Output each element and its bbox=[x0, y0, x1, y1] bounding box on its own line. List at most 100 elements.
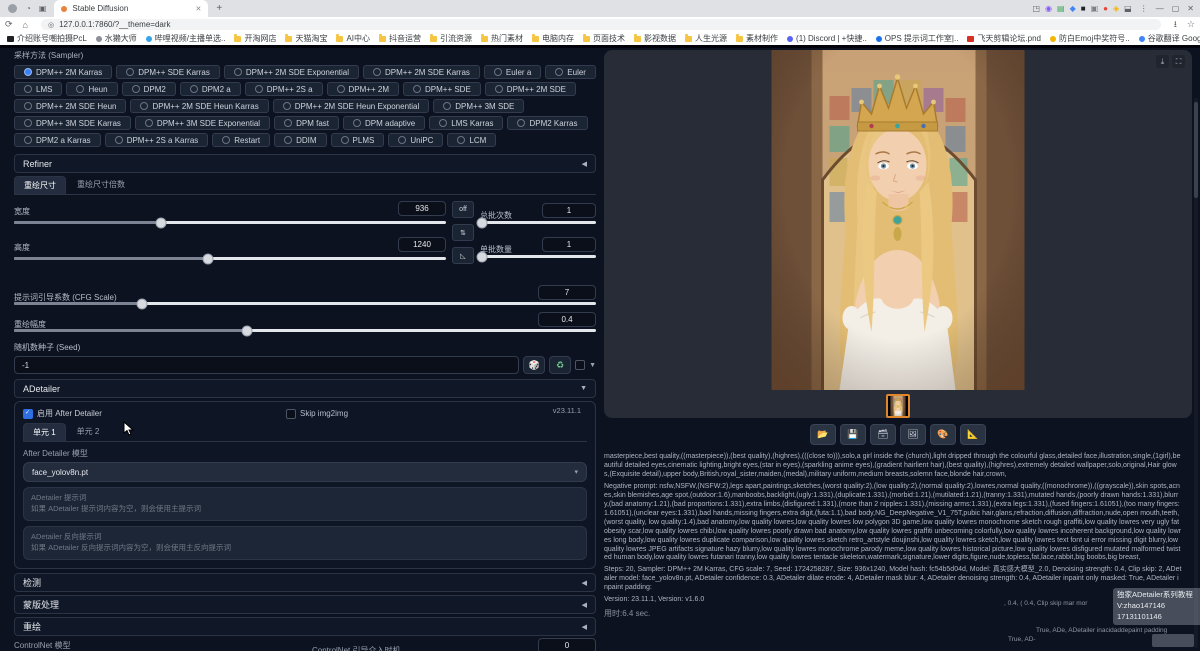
sampler-option[interactable]: DPM++ SDE bbox=[403, 82, 481, 96]
sampler-option[interactable]: DPM++ 2M SDE Exponential bbox=[224, 65, 359, 79]
adetailer-unit-tab[interactable]: 单元 1 bbox=[23, 423, 66, 441]
aspect-off-button[interactable]: off bbox=[452, 201, 474, 218]
tab-close-icon[interactable]: ✕ bbox=[196, 5, 202, 13]
resize-tab[interactable]: 重绘尺寸 bbox=[14, 176, 66, 194]
extension-icon[interactable]: ■ bbox=[1081, 5, 1086, 13]
sampler-option[interactable]: Restart bbox=[212, 133, 270, 147]
sampler-option[interactable]: DPM++ 2M SDE Heun Exponential bbox=[273, 99, 430, 113]
gallery-action-button[interactable]: 🎨 bbox=[930, 424, 956, 445]
skip-img2img-option[interactable]: Skip img2img bbox=[286, 409, 348, 419]
sampler-option[interactable]: PLMS bbox=[331, 133, 385, 147]
width-input[interactable]: 936 bbox=[398, 201, 446, 216]
gallery-thumbnail[interactable] bbox=[886, 394, 910, 418]
sampler-option[interactable]: LCM bbox=[447, 133, 496, 147]
bookmark-item[interactable]: 影视数据 bbox=[634, 33, 676, 44]
close-icon[interactable]: ✕ bbox=[1187, 4, 1194, 13]
window-icon[interactable]: ▣ bbox=[39, 4, 47, 13]
extension-icon[interactable]: ▣ bbox=[1091, 5, 1099, 13]
batch-size-slider[interactable] bbox=[480, 255, 596, 258]
cfg-input[interactable]: 7 bbox=[538, 285, 596, 300]
sampler-option[interactable]: DPM++ SDE Karras bbox=[116, 65, 220, 79]
height-slider[interactable] bbox=[14, 257, 446, 260]
generated-image[interactable] bbox=[772, 50, 1025, 390]
sampler-option[interactable]: DPM2 bbox=[122, 82, 176, 96]
sampler-option[interactable]: Heun bbox=[66, 82, 117, 96]
bookmark-item[interactable]: 水獭大师 bbox=[96, 33, 137, 44]
bookmark-item[interactable]: 页面技术 bbox=[583, 33, 625, 44]
bookmark-item[interactable]: 介绍账号嘲拍摄PcL bbox=[7, 33, 87, 44]
bookmark-item[interactable]: 防白Emoj中奖符号.. bbox=[1050, 33, 1130, 44]
address-bar[interactable]: ◎ 127.0.0.1:7860/?__theme=dark bbox=[41, 19, 1161, 30]
denoise-input[interactable]: 0.4 bbox=[538, 312, 596, 327]
menu-icon[interactable]: ⋮ bbox=[1140, 4, 1148, 13]
bookmark-item[interactable]: 谷歌翻译 Google.. bbox=[1139, 33, 1200, 44]
page-scrollbar[interactable] bbox=[1194, 98, 1198, 648]
adetailer-unit-tab[interactable]: 单元 2 bbox=[68, 423, 109, 441]
extension-icon[interactable]: ◆ bbox=[1070, 5, 1076, 13]
extension-icon[interactable]: ◳ bbox=[1033, 5, 1041, 13]
maximize-icon[interactable]: ▢ bbox=[1172, 4, 1180, 13]
reuse-seed-button[interactable]: ♻ bbox=[549, 356, 571, 374]
detect-size-button[interactable]: ◺ bbox=[452, 247, 474, 264]
adetailer-model-dropdown[interactable]: face_yolov8n.pt ▾ bbox=[23, 462, 587, 482]
sampler-option[interactable]: DPM++ 3M SDE Exponential bbox=[135, 116, 270, 130]
guidance-start-input[interactable]: 0 bbox=[538, 638, 596, 651]
image-fullscreen-icon[interactable]: ⛶ bbox=[1172, 55, 1185, 68]
sampler-option[interactable]: DPM++ 2M SDE Heun Karras bbox=[130, 99, 268, 113]
bookmark-item[interactable]: 素材制作 bbox=[736, 33, 778, 44]
sampler-option[interactable]: DPM++ 2M SDE Heun bbox=[14, 99, 126, 113]
batch-count-input[interactable]: 1 bbox=[542, 203, 596, 218]
sampler-option[interactable]: DPM2 a Karras bbox=[14, 133, 101, 147]
sampler-option[interactable]: DPM++ 2S a Karras bbox=[105, 133, 209, 147]
refiner-accordion[interactable]: Refiner ◀ bbox=[14, 154, 596, 173]
gallery-action-button[interactable]: 📐 bbox=[960, 424, 986, 445]
bookmark-item[interactable]: 人生光源 bbox=[685, 33, 727, 44]
skip-img2img-checkbox[interactable] bbox=[286, 409, 296, 419]
sampler-option[interactable]: DDIM bbox=[274, 133, 326, 147]
random-seed-button[interactable]: 🎲 bbox=[523, 356, 545, 374]
sampler-option[interactable]: DPM2 a bbox=[180, 82, 241, 96]
gallery-action-button[interactable]: 🗃 bbox=[870, 424, 896, 445]
resize-tab[interactable]: 重绘尺寸倍数 bbox=[68, 176, 134, 194]
extension-icon[interactable]: ◉ bbox=[1045, 5, 1052, 13]
accordion-section[interactable]: 检测 ◀ bbox=[14, 573, 596, 592]
new-tab-button[interactable]: + bbox=[216, 3, 222, 14]
sampler-option[interactable]: DPM++ 3M SDE bbox=[433, 99, 524, 113]
sampler-option[interactable]: DPM++ 2M Karras bbox=[14, 65, 112, 79]
bookmark-item[interactable]: AI中心 bbox=[336, 33, 370, 44]
download-icon[interactable]: ⭳ bbox=[1174, 17, 1177, 33]
page-info-icon[interactable]: ◎ bbox=[48, 21, 54, 29]
accordion-section[interactable]: 蒙版处理 ◀ bbox=[14, 595, 596, 614]
denoise-slider[interactable] bbox=[14, 329, 596, 332]
enable-adetailer-option[interactable]: 启用 After Detailer bbox=[23, 408, 102, 419]
sampler-option[interactable]: DPM++ 2S a bbox=[245, 82, 323, 96]
extension-icon[interactable]: ⬓ bbox=[1124, 5, 1132, 13]
browser-tab[interactable]: Stable Diffusion ✕ bbox=[54, 0, 208, 17]
gallery-action-button[interactable]: 🖼 bbox=[900, 424, 926, 445]
scrollbar-thumb[interactable] bbox=[1194, 102, 1198, 198]
sampler-option[interactable]: DPM adaptive bbox=[343, 116, 425, 130]
extension-icon[interactable]: ▤ bbox=[1057, 5, 1065, 13]
profile-avatar[interactable] bbox=[8, 4, 17, 13]
bookmark-item[interactable]: 开淘网店 bbox=[234, 33, 276, 44]
bookmark-item[interactable]: 天猫淘宝 bbox=[285, 33, 327, 44]
width-slider[interactable] bbox=[14, 221, 446, 224]
batch-size-input[interactable]: 1 bbox=[542, 237, 596, 252]
seed-extra-checkbox[interactable] bbox=[575, 360, 585, 370]
enable-adetailer-checkbox[interactable] bbox=[23, 409, 33, 419]
sampler-option[interactable]: DPM fast bbox=[274, 116, 339, 130]
gallery-action-button[interactable]: 📂 bbox=[810, 424, 836, 445]
adetailer-accordion[interactable]: ADetailer ▼ bbox=[14, 379, 596, 398]
bookmark-star-icon[interactable]: ☆ bbox=[1187, 19, 1195, 30]
cfg-slider[interactable] bbox=[14, 302, 596, 305]
sampler-option[interactable]: DPM++ 2M bbox=[327, 82, 399, 96]
bookmark-item[interactable]: 电脑内存 bbox=[532, 33, 574, 44]
extension-icon[interactable]: ◈ bbox=[1113, 5, 1119, 13]
refresh-icon[interactable]: ⟳ bbox=[5, 19, 13, 30]
sampler-option[interactable]: DPM++ 3M SDE Karras bbox=[14, 116, 131, 130]
bookmark-item[interactable]: OPS 提示词工作室|.. bbox=[876, 33, 959, 44]
sampler-option[interactable]: DPM++ 2M SDE bbox=[485, 82, 576, 96]
height-input[interactable]: 1240 bbox=[398, 237, 446, 252]
adetailer-negative-textarea[interactable]: ADetailer 反向提示词 如果 ADetailer 反向提示词内容为空，则… bbox=[23, 526, 587, 560]
sampler-option[interactable]: UniPC bbox=[388, 133, 443, 147]
